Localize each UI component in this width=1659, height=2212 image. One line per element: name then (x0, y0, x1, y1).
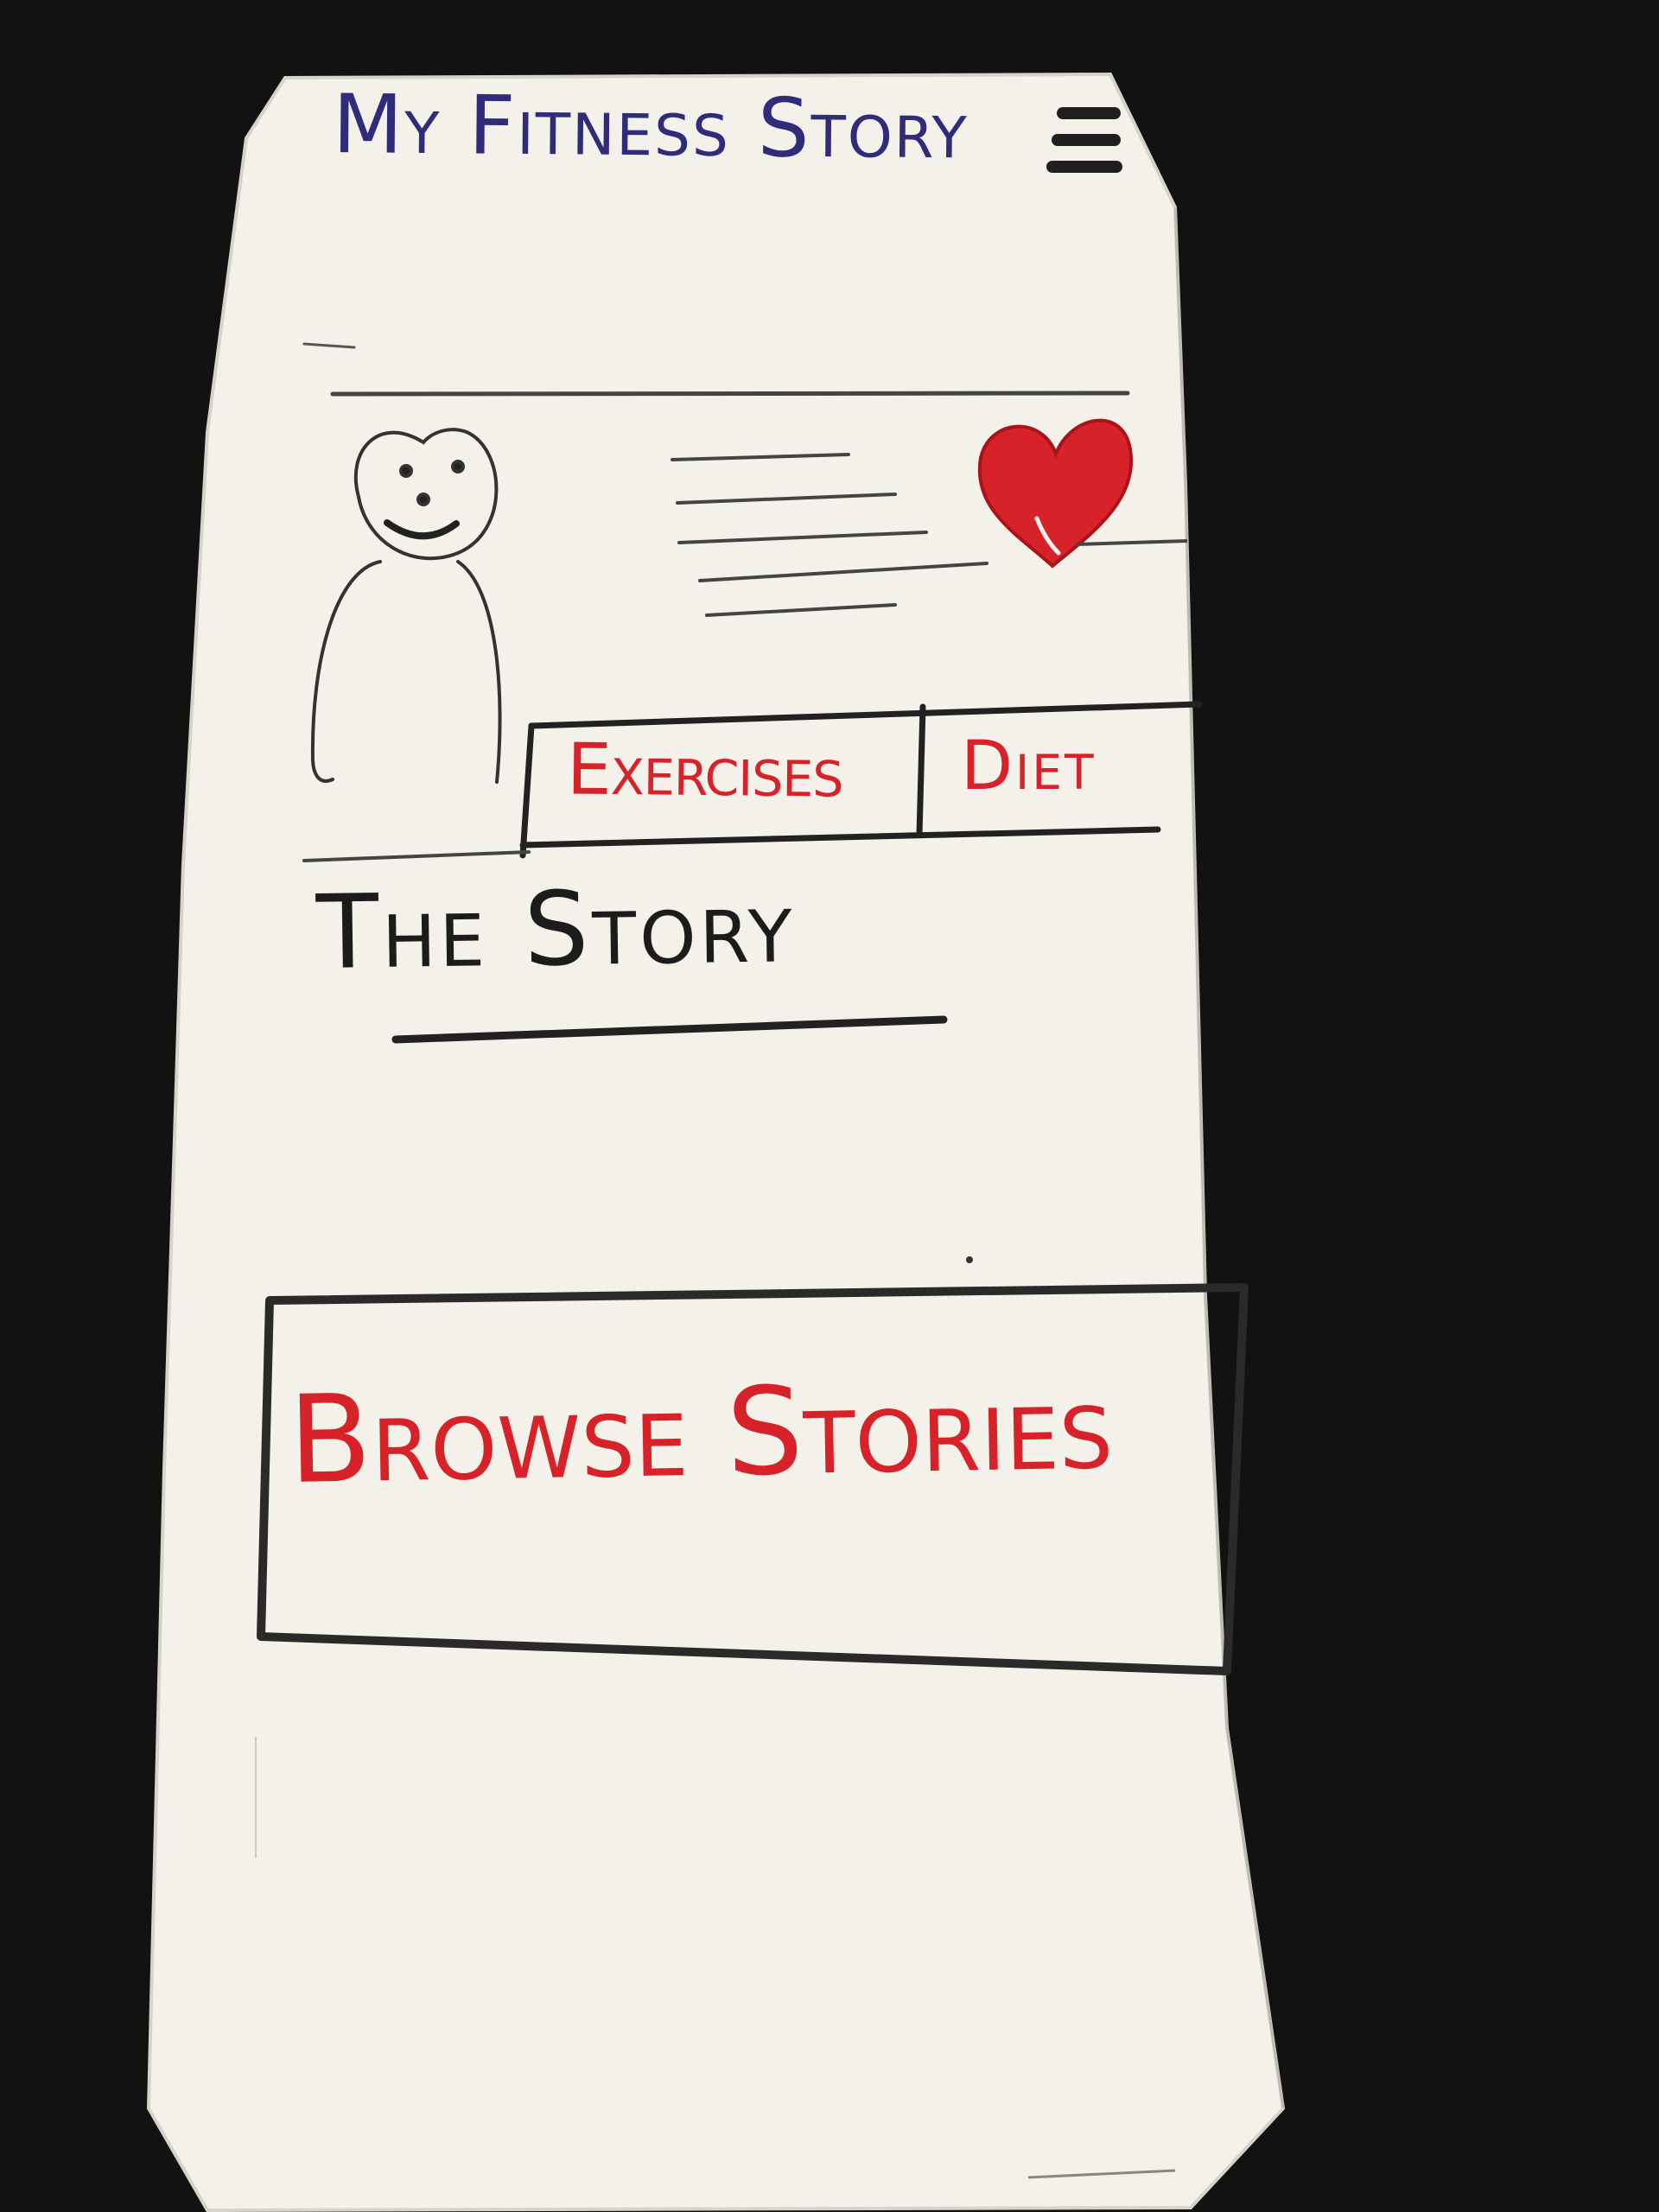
profile-top-divider (330, 391, 1130, 397)
story-heading: The Story (315, 866, 797, 992)
paper-speck (966, 1256, 973, 1263)
menu-line (1052, 134, 1121, 146)
hamburger-menu-icon[interactable] (1041, 95, 1128, 190)
paper-phone-screen (146, 72, 1286, 2212)
browse-stories-label: Browse Stories (287, 1356, 1115, 1511)
app-title: My Fitness Story (332, 78, 969, 178)
browse-stories-button[interactable]: Browse Stories (270, 1293, 1225, 1640)
tab-exercises[interactable]: Exercises (567, 728, 844, 813)
menu-line (1046, 161, 1122, 173)
menu-line (1057, 107, 1121, 119)
tab-diet[interactable]: Diet (961, 733, 1096, 800)
